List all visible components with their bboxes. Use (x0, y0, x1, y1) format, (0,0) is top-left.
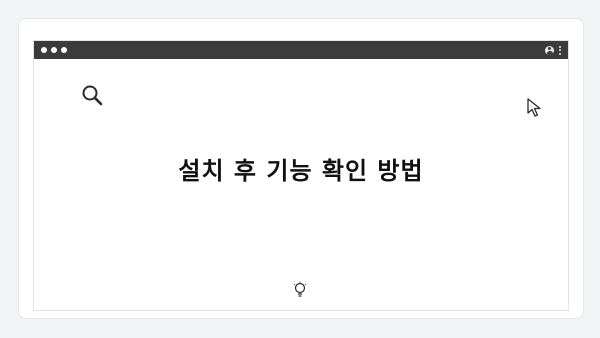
search-icon (82, 85, 103, 106)
minimize-window-button[interactable] (51, 47, 57, 53)
title-bar-actions (545, 45, 561, 55)
cursor-icon (527, 98, 541, 117)
title-bar (34, 41, 568, 59)
close-window-button[interactable] (41, 47, 47, 53)
browser-window: 설치 후 기능 확인 방법 (33, 40, 569, 311)
kebab-menu-icon[interactable] (559, 45, 561, 55)
lightbulb-icon (293, 281, 307, 297)
maximize-window-button[interactable] (61, 47, 67, 53)
profile-icon[interactable] (545, 45, 554, 55)
page-title: 설치 후 기능 확인 방법 (178, 157, 424, 185)
window-controls (41, 47, 67, 53)
